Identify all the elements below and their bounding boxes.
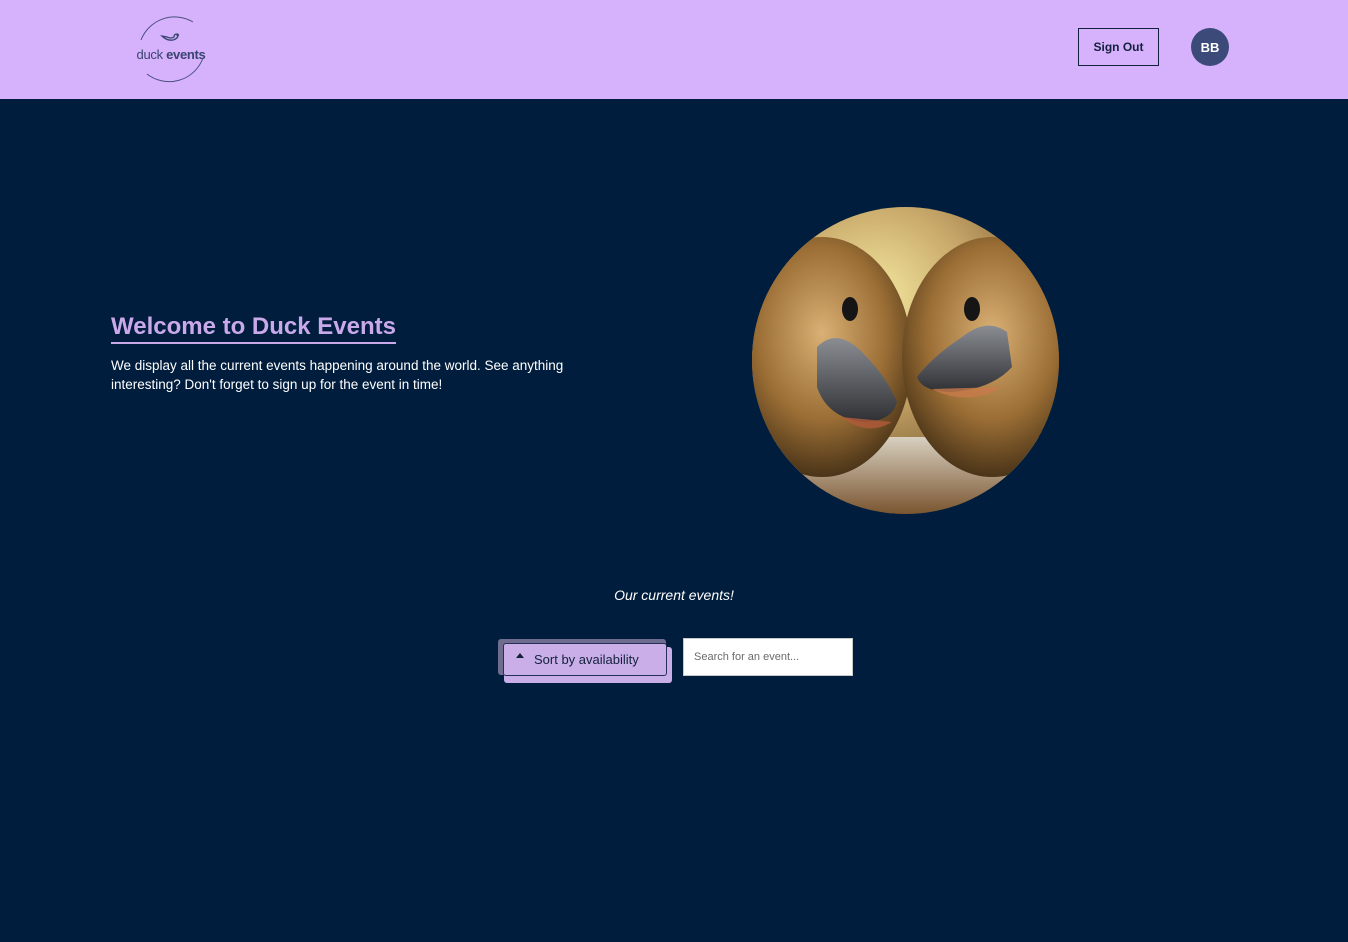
ducklings-image	[752, 207, 1059, 514]
logo-text: duck events	[133, 47, 209, 62]
hero-description: We display all the current events happen…	[111, 358, 564, 392]
caret-up-icon	[516, 652, 524, 658]
top-bar: duck events Sign Out BB	[0, 0, 1348, 99]
duck-events-logo[interactable]: duck events	[133, 10, 209, 86]
logo-text-regular: duck	[136, 47, 167, 62]
sort-button-label: Sort by availability	[534, 652, 639, 667]
logo-text-bold: events	[166, 47, 206, 62]
page-title: Welcome to Duck Events	[111, 313, 396, 344]
event-search-input[interactable]	[683, 638, 853, 676]
sign-out-button[interactable]: Sign Out	[1078, 28, 1159, 66]
avatar[interactable]: BB	[1191, 28, 1229, 66]
sort-by-availability-button[interactable]: Sort by availability	[503, 643, 667, 676]
events-section-title: Our current events!	[614, 587, 734, 603]
sort-control: Sort by availability	[498, 639, 672, 683]
